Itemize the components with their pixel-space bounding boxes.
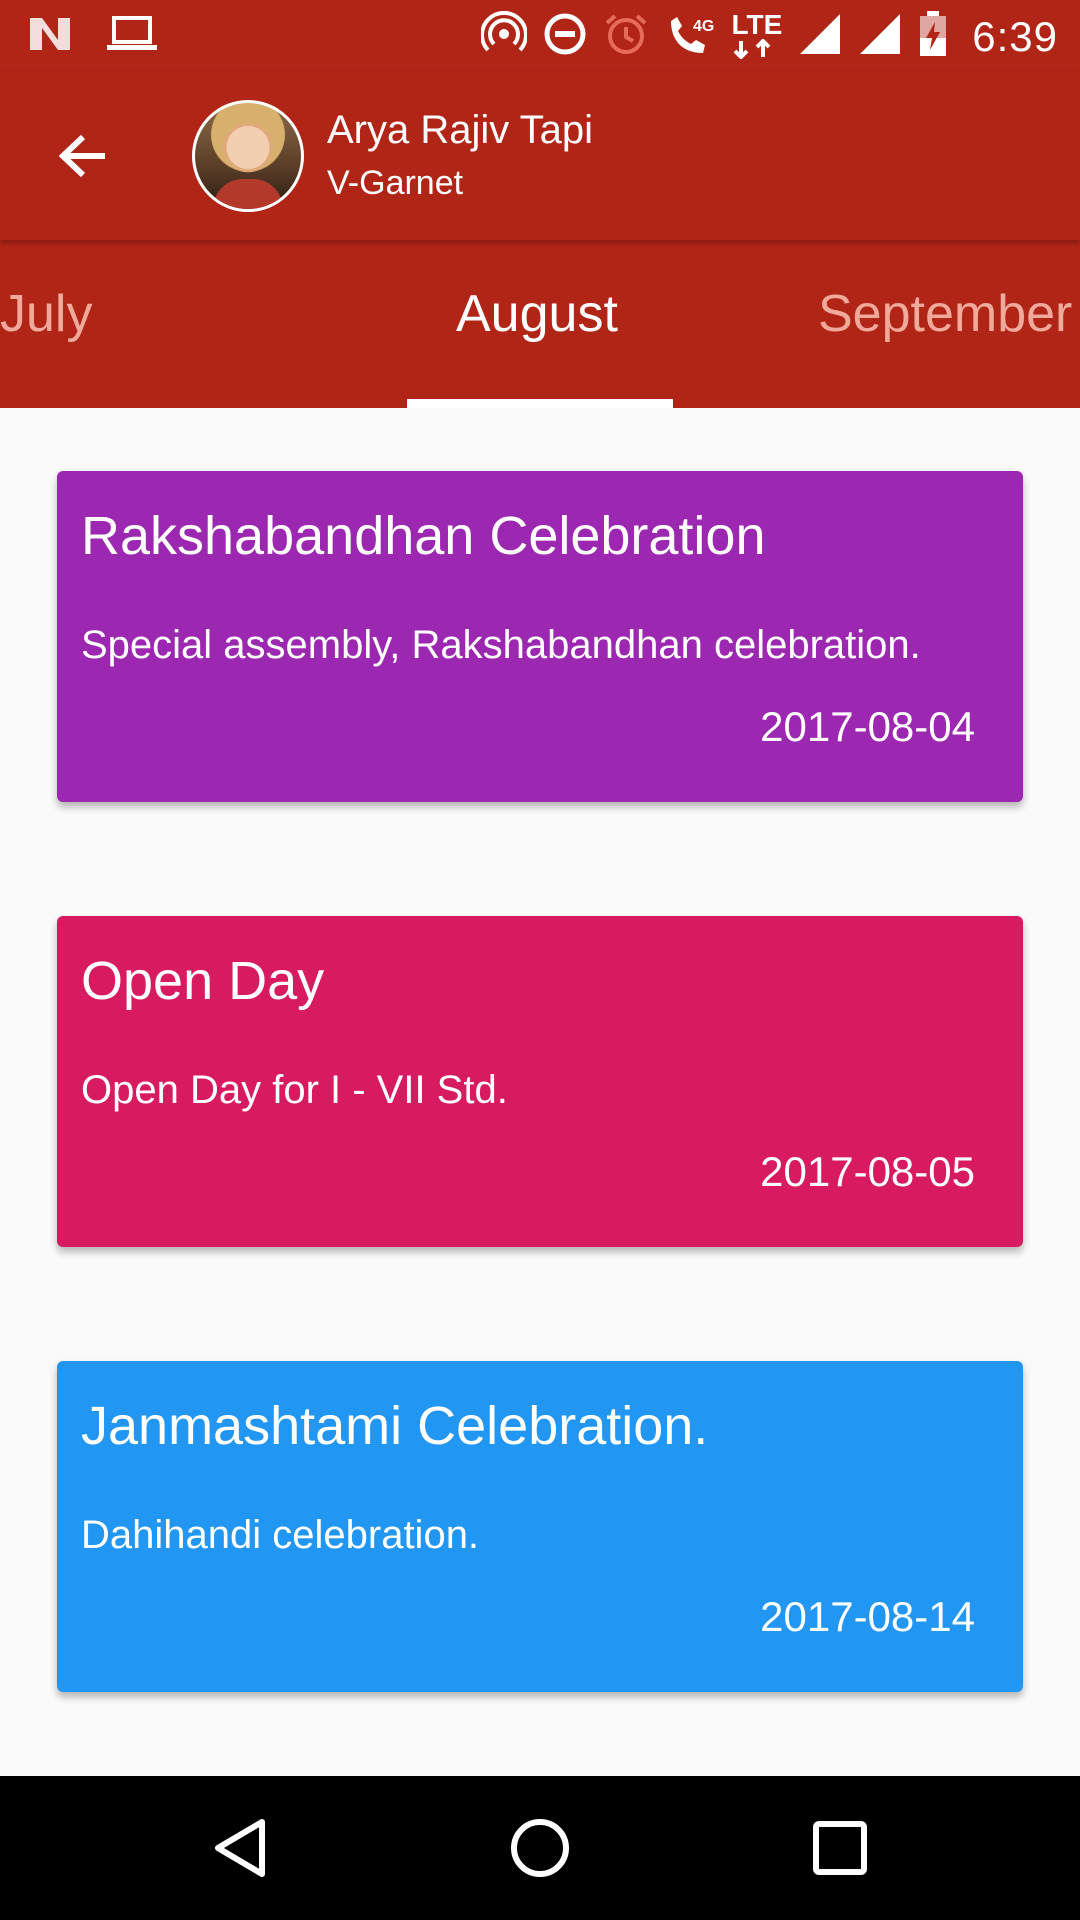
- back-button[interactable]: [46, 118, 122, 194]
- event-date: 2017-08-05: [760, 1148, 975, 1195]
- tab-september[interactable]: September: [818, 240, 1072, 408]
- tab-august[interactable]: August: [456, 240, 618, 408]
- app-bar: Arya Rajiv Tapi V-Garnet: [0, 72, 1080, 240]
- event-description: Dahihandi celebration.: [81, 1513, 480, 1557]
- recents-square-icon: [813, 1821, 867, 1875]
- event-description: Special assembly, Rakshabandhan celebrat…: [81, 623, 921, 667]
- clock-time: 6:39: [972, 12, 1058, 60]
- event-title: Open Day: [81, 951, 325, 1011]
- laptop-icon: [106, 14, 158, 59]
- do-not-disturb-icon: [543, 12, 587, 61]
- battery-charging-icon: [918, 10, 948, 63]
- nav-home-button[interactable]: [500, 1808, 580, 1888]
- alarm-icon: [603, 11, 649, 62]
- hotspot-icon: [480, 10, 529, 62]
- signal-icon: [858, 12, 902, 61]
- user-name: Arya Rajiv Tapi: [327, 108, 594, 152]
- wifi-call-icon: 4G: [665, 11, 715, 62]
- notification-n-icon: [28, 14, 72, 59]
- user-class: V-Garnet: [327, 164, 464, 202]
- avatar[interactable]: [192, 100, 304, 212]
- month-tabs: July August September: [0, 240, 1080, 408]
- event-title: Rakshabandhan Celebration: [81, 506, 766, 566]
- signal-icon: [798, 12, 842, 61]
- event-date: 2017-08-14: [760, 1593, 975, 1640]
- arrow-back-icon: [59, 134, 105, 178]
- event-card[interactable]: Open Day Open Day for I - VII Std. 2017-…: [57, 916, 1023, 1247]
- home-circle-icon: [511, 1819, 569, 1877]
- status-bar: 4G LTE 6:39: [0, 0, 1080, 72]
- lte-icon: LTE: [731, 10, 782, 62]
- events-list: Rakshabandhan Celebration Special assemb…: [0, 408, 1080, 1776]
- event-card[interactable]: Rakshabandhan Celebration Special assemb…: [57, 471, 1023, 802]
- tab-indicator: [407, 399, 673, 408]
- event-date: 2017-08-04: [760, 703, 975, 750]
- system-nav-bar: [0, 1776, 1080, 1920]
- nav-recents-button[interactable]: [800, 1808, 880, 1888]
- event-title: Janmashtami Celebration.: [81, 1396, 709, 1456]
- event-card[interactable]: Janmashtami Celebration. Dahihandi celeb…: [57, 1361, 1023, 1692]
- event-description: Open Day for I - VII Std.: [81, 1068, 508, 1112]
- nav-back-button[interactable]: [200, 1808, 280, 1888]
- svg-text:4G: 4G: [693, 18, 714, 35]
- tab-july[interactable]: July: [0, 240, 92, 408]
- back-triangle-icon: [215, 1819, 265, 1877]
